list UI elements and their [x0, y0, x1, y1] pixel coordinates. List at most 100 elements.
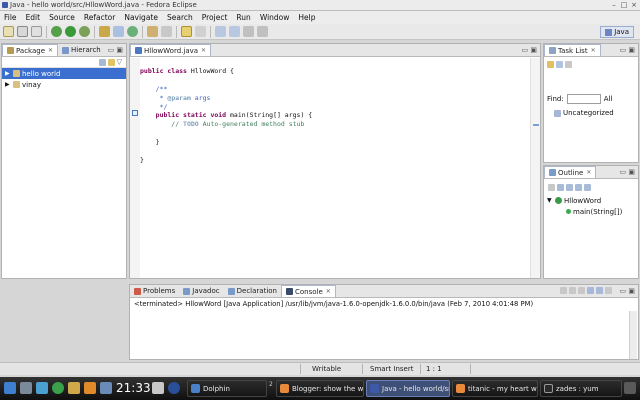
- new-class-icon[interactable]: [127, 26, 138, 37]
- show-desktop-icon[interactable]: [624, 382, 636, 394]
- close-icon[interactable]: ×: [630, 1, 638, 9]
- hide-static-icon[interactable]: [566, 183, 573, 191]
- hide-fields-icon[interactable]: [557, 183, 564, 191]
- forward-icon[interactable]: [257, 26, 268, 37]
- debug-icon[interactable]: [51, 26, 62, 37]
- tree-item-vinay[interactable]: ▶ vinay: [2, 79, 126, 90]
- new-package-icon[interactable]: [113, 26, 124, 37]
- new-icon[interactable]: [3, 26, 14, 37]
- view-menu-icon[interactable]: ▽: [117, 58, 122, 66]
- menu-help[interactable]: Help: [298, 13, 315, 22]
- new-task-icon[interactable]: [547, 60, 554, 68]
- java-perspective-button[interactable]: Java: [600, 26, 634, 38]
- minimize-maximize-icon[interactable]: ▭ ▣: [620, 168, 635, 176]
- expand-arrow-icon[interactable]: ▼: [547, 197, 555, 204]
- synchronize-icon[interactable]: [556, 60, 563, 68]
- task-marker[interactable]: [533, 124, 539, 126]
- task-blogger[interactable]: Blogger: show the w: [276, 380, 364, 397]
- next-annotation-icon[interactable]: [215, 26, 226, 37]
- task-dolphin[interactable]: Dolphin: [187, 380, 267, 397]
- task-terminal-yum[interactable]: zades : yum: [540, 380, 622, 397]
- taskbar-clock[interactable]: 21:33: [116, 381, 151, 395]
- close-icon[interactable]: ✕: [48, 47, 53, 54]
- tab-hllowword-java[interactable]: HllowWord.java ✕: [130, 44, 212, 56]
- scroll-lock-icon[interactable]: [587, 287, 594, 294]
- status-insert-mode[interactable]: Smart Insert: [370, 365, 413, 373]
- tab-console[interactable]: Console ✕: [281, 285, 336, 297]
- menu-search[interactable]: Search: [167, 13, 193, 22]
- run-icon[interactable]: [65, 26, 76, 37]
- outline-item-class[interactable]: ▼ HllowWord: [544, 195, 638, 206]
- console-scrollbar[interactable]: [629, 311, 637, 359]
- expand-arrow-icon[interactable]: ▶: [5, 81, 13, 88]
- pin-console-icon[interactable]: [596, 287, 603, 294]
- task-eclipse[interactable]: Java - hello world/src/: [366, 380, 450, 397]
- clear-console-icon[interactable]: [578, 287, 585, 294]
- kde-menu-icon[interactable]: [4, 382, 16, 394]
- display-console-icon[interactable]: [605, 287, 612, 294]
- minimize-icon[interactable]: –: [610, 1, 618, 9]
- volume-icon[interactable]: [100, 382, 112, 394]
- hide-local-types-icon[interactable]: [584, 183, 591, 191]
- minimize-maximize-icon[interactable]: ▭ ▣: [522, 46, 537, 54]
- tab-task-list[interactable]: Task List ✕: [544, 44, 601, 56]
- link-editor-icon[interactable]: [107, 58, 115, 66]
- tab-hierarchy[interactable]: Hierarch: [58, 44, 105, 56]
- tab-problems[interactable]: Problems: [130, 285, 179, 297]
- minimize-maximize-icon[interactable]: ▭ ▣: [620, 46, 635, 54]
- minimize-maximize-icon[interactable]: ▭ ▣: [108, 46, 123, 54]
- menu-run[interactable]: Run: [236, 13, 250, 22]
- maximize-icon[interactable]: □: [620, 1, 628, 9]
- outline-item-method[interactable]: main(String[]): [544, 206, 638, 217]
- task-category-uncategorized[interactable]: Uncategorized: [544, 107, 638, 119]
- menu-refactor[interactable]: Refactor: [84, 13, 115, 22]
- code-area[interactable]: public class HllowWord { /** * @param ar…: [140, 58, 530, 278]
- override-marker-icon[interactable]: [132, 110, 138, 116]
- tab-declaration[interactable]: Declaration: [224, 285, 281, 297]
- menu-project[interactable]: Project: [202, 13, 228, 22]
- remove-launch-icon[interactable]: [569, 287, 576, 294]
- terminal-icon[interactable]: [20, 382, 32, 394]
- task-find-input[interactable]: [566, 94, 601, 104]
- menu-source[interactable]: Source: [49, 13, 75, 22]
- task-titanic[interactable]: titanic - my heart wil: [452, 380, 538, 397]
- fedora-icon[interactable]: [168, 382, 180, 394]
- close-icon[interactable]: ✕: [201, 47, 206, 54]
- terminate-icon[interactable]: [560, 287, 567, 294]
- save-icon[interactable]: [17, 26, 28, 37]
- hide-nonpublic-icon[interactable]: [575, 183, 582, 191]
- all-label[interactable]: All: [604, 95, 613, 103]
- toggle-block-icon[interactable]: [195, 26, 206, 37]
- mark-occurrences-icon[interactable]: [181, 26, 192, 37]
- minimize-maximize-icon[interactable]: ▭ ▣: [620, 287, 635, 295]
- vlc-icon[interactable]: [84, 382, 96, 394]
- console-output[interactable]: <terminated> HllowWord [Java Application…: [130, 298, 638, 310]
- open-type-icon[interactable]: [147, 26, 158, 37]
- tab-javadoc[interactable]: Javadoc: [179, 285, 223, 297]
- search-icon[interactable]: [161, 26, 172, 37]
- back-icon[interactable]: [243, 26, 254, 37]
- update-icon[interactable]: [52, 382, 64, 394]
- tab-package-explorer[interactable]: Package ✕: [2, 44, 59, 56]
- close-icon[interactable]: ✕: [586, 169, 591, 176]
- close-icon[interactable]: ✕: [591, 47, 596, 54]
- collapse-all-icon[interactable]: [98, 58, 106, 66]
- sort-icon[interactable]: [548, 183, 555, 191]
- menu-navigate[interactable]: Navigate: [124, 13, 158, 22]
- filter-icon[interactable]: [565, 60, 572, 68]
- prev-annotation-icon[interactable]: [229, 26, 240, 37]
- menu-file[interactable]: File: [4, 13, 17, 22]
- external-tools-icon[interactable]: [79, 26, 90, 37]
- menu-edit[interactable]: Edit: [26, 13, 41, 22]
- pager-icon[interactable]: [152, 382, 164, 394]
- browser-icon[interactable]: [36, 382, 48, 394]
- overview-ruler[interactable]: [530, 58, 540, 278]
- close-icon[interactable]: ✕: [326, 288, 331, 295]
- network-icon[interactable]: [68, 382, 80, 394]
- tab-outline[interactable]: Outline ✕: [544, 166, 597, 178]
- menu-window[interactable]: Window: [260, 13, 290, 22]
- tree-item-hello-world[interactable]: ▶ hello world: [2, 68, 126, 79]
- expand-arrow-icon[interactable]: ▶: [5, 70, 13, 77]
- print-icon[interactable]: [31, 26, 42, 37]
- new-java-project-icon[interactable]: [99, 26, 110, 37]
